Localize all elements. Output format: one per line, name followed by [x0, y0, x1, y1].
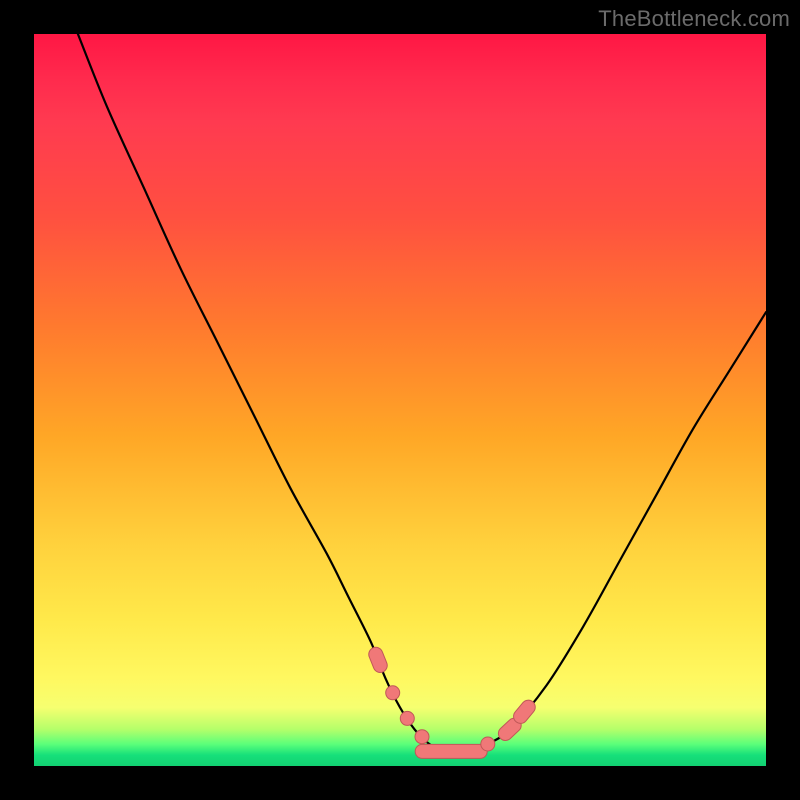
- plot-area: [34, 34, 766, 766]
- curve-marker: [386, 686, 400, 700]
- curve-marker: [481, 737, 495, 751]
- curve-marker: [367, 645, 390, 674]
- curve-layer: [34, 34, 766, 766]
- bottleneck-curve: [78, 34, 766, 752]
- curve-marker: [415, 730, 429, 744]
- chart-frame: TheBottleneck.com: [0, 0, 800, 800]
- curve-marker: [400, 711, 414, 725]
- curve-markers: [367, 645, 538, 758]
- watermark-text: TheBottleneck.com: [598, 6, 790, 32]
- curve-marker: [415, 744, 487, 758]
